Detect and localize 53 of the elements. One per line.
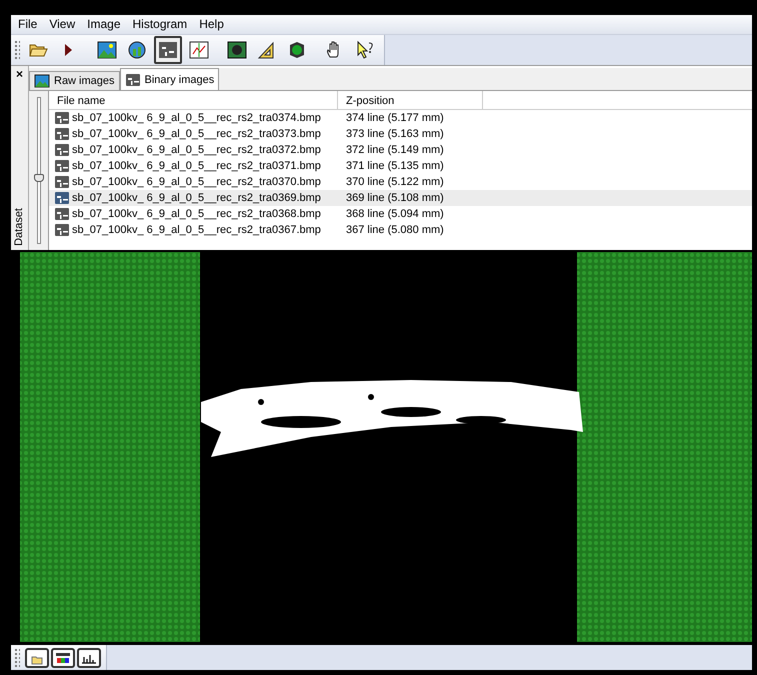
menu-item[interactable]: Help	[194, 15, 229, 34]
binary-image-icon	[54, 143, 70, 158]
menu-item[interactable]: Histogram	[128, 15, 192, 34]
table-row[interactable]: sb_07_100kv_ 6_9_al_0_5__rec_rs2_tra0374.bmp 374 line (5.177 mm)	[49, 110, 752, 126]
binary-image-icon	[54, 175, 70, 190]
table-row[interactable]: sb_07_100kv_ 6_9_al_0_5__rec_rs2_tra0369.bmp 369 line (5.108 mm)	[49, 190, 752, 206]
binary-image-icon	[54, 111, 70, 126]
file-name: sb_07_100kv_ 6_9_al_0_5__rec_rs2_tra0371.bmp	[72, 159, 321, 174]
tab[interactable]: Binary images	[120, 68, 220, 90]
table-row[interactable]: sb_07_100kv_ 6_9_al_0_5__rec_rs2_tra0373.bmp 373 line (5.163 mm)	[49, 126, 752, 142]
slider-track[interactable]	[37, 97, 41, 244]
histogram-icon[interactable]	[77, 648, 101, 668]
z-position: 369 line (5.108 mm)	[345, 191, 445, 206]
binary-image-icon	[54, 127, 70, 142]
binary-image-icon	[124, 72, 141, 87]
binary-image-icon	[54, 207, 70, 222]
z-position: 370 line (5.122 mm)	[345, 175, 445, 190]
binary-image-icon[interactable]	[154, 36, 182, 64]
slider-thumb[interactable]	[34, 174, 44, 182]
menu-item[interactable]: View	[44, 15, 80, 34]
toolbar-grip[interactable]	[14, 648, 20, 668]
file-name: sb_07_100kv_ 6_9_al_0_5__rec_rs2_tra0372.bmp	[72, 143, 321, 158]
tab[interactable]: Raw images	[29, 71, 120, 90]
file-name: sb_07_100kv_ 6_9_al_0_5__rec_rs2_tra0368.bmp	[72, 207, 321, 222]
file-name: sb_07_100kv_ 6_9_al_0_5__rec_rs2_tra0367.bmp	[72, 223, 321, 238]
table-row[interactable]: sb_07_100kv_ 6_9_al_0_5__rec_rs2_tra0372.bmp 372 line (5.149 mm)	[49, 142, 752, 158]
table-row[interactable]: sb_07_100kv_ 6_9_al_0_5__rec_rs2_tra0371.bmp 371 line (5.135 mm)	[49, 158, 752, 174]
z-position: 373 line (5.163 mm)	[345, 127, 445, 142]
column-header[interactable]: File name	[49, 91, 338, 110]
image-folder-icon[interactable]	[25, 648, 49, 668]
z-position: 371 line (5.135 mm)	[345, 159, 445, 174]
color-bars-icon[interactable]	[51, 648, 75, 668]
file-name: sb_07_100kv_ 6_9_al_0_5__rec_rs2_tra0369.bmp	[72, 191, 321, 206]
file-name: sb_07_100kv_ 6_9_al_0_5__rec_rs2_tra0374.bmp	[72, 111, 321, 126]
table-row[interactable]: sb_07_100kv_ 6_9_al_0_5__rec_rs2_tra0368.bmp 368 line (5.094 mm)	[49, 206, 752, 222]
z-position: 374 line (5.177 mm)	[345, 111, 445, 126]
binary-image-icon	[54, 191, 70, 206]
column-header[interactable]: Z-position	[338, 91, 483, 110]
z-position: 372 line (5.149 mm)	[345, 143, 445, 158]
file-name: sb_07_100kv_ 6_9_al_0_5__rec_rs2_tra0370.bmp	[72, 175, 321, 190]
file-name: sb_07_100kv_ 6_9_al_0_5__rec_rs2_tra0373.bmp	[72, 127, 321, 142]
table-row[interactable]: sb_07_100kv_ 6_9_al_0_5__rec_rs2_tra0370.bmp 370 line (5.122 mm)	[49, 174, 752, 190]
z-position: 368 line (5.094 mm)	[345, 207, 445, 222]
panel-title: Dataset	[12, 208, 26, 246]
menu-item[interactable]: Image	[82, 15, 126, 34]
menu-item[interactable]: File	[13, 15, 42, 34]
table-row[interactable]: sb_07_100kv_ 6_9_al_0_5__rec_rs2_tra0367.bmp 367 line (5.080 mm)	[49, 222, 752, 238]
toolbar-grip[interactable]	[14, 40, 20, 60]
z-position: 367 line (5.080 mm)	[345, 223, 445, 238]
close-button[interactable]: ×	[16, 68, 23, 80]
binary-image-icon	[54, 159, 70, 174]
landscape-icon	[34, 74, 50, 88]
binary-image-icon	[54, 223, 70, 238]
